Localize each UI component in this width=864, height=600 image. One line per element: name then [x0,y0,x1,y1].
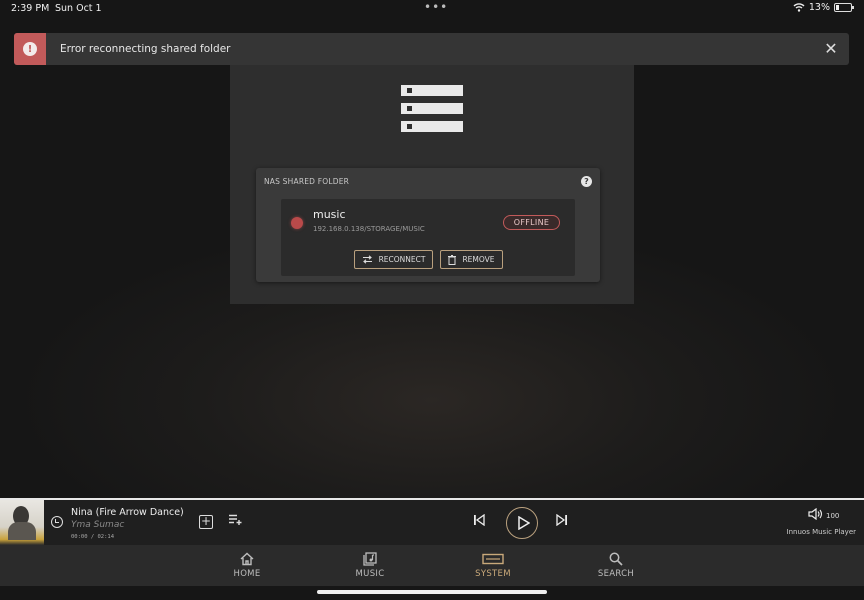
nav-system[interactable]: SYSTEM [458,551,528,579]
add-to-playlist-icon[interactable]: + [199,515,213,529]
album-art[interactable] [0,500,44,545]
remove-label: REMOVE [462,255,495,264]
home-icon [240,552,254,566]
music-library-icon [363,552,377,566]
wifi-icon [793,3,805,12]
search-icon [609,552,623,566]
reconnect-button[interactable]: RECONNECT [354,250,433,269]
exclamation-icon: ! [23,42,37,56]
sync-icon[interactable] [51,516,63,528]
previous-icon[interactable] [473,513,485,530]
bottom-nav: HOME MUSIC SYSTEM SEARCH [0,545,864,586]
shared-folder-item: music 192.168.0.138/STORAGE/MUSIC OFFLIN… [281,199,575,276]
close-icon[interactable]: ✕ [823,41,839,57]
nav-system-label: SYSTEM [475,569,511,579]
player-device-name[interactable]: Innuos Music Player [787,528,856,536]
battery-icon [834,3,854,12]
nav-search-label: SEARCH [597,569,635,579]
track-time: 00:00 / 02:14 [71,534,115,540]
status-time: 2:39 PM [11,3,50,14]
nav-music[interactable]: MUSIC [335,551,405,579]
nav-home-label: HOME [233,569,261,579]
player-bar: Nina (Fire Arrow Dance) Yma Sumac 00:00 … [0,498,864,545]
trash-icon [448,254,457,265]
nav-search[interactable]: SEARCH [581,551,651,579]
nas-shared-folder-card: NAS SHARED FOLDER ? music 192.168.0.138/… [256,168,600,282]
play-icon [518,516,530,530]
nas-server-icon [401,85,463,139]
system-icon [482,553,504,565]
reconnect-label: RECONNECT [378,255,426,264]
nav-music-label: MUSIC [355,569,385,579]
card-title: NAS SHARED FOLDER [264,177,350,186]
volume-level: 100 [826,512,840,520]
battery-percent: 13% [808,2,830,13]
multitasking-dots-icon[interactable]: ••• [424,0,448,14]
swap-arrows-icon [362,255,372,264]
play-button[interactable] [506,507,538,539]
nav-home[interactable]: HOME [212,551,282,579]
error-badge: ! [14,33,46,65]
volume-icon[interactable] [808,507,823,523]
nas-panel: NAS SHARED FOLDER ? music 192.168.0.138/… [230,65,634,304]
status-indicators: 13% [793,2,854,13]
error-message: Error reconnecting shared folder [60,43,231,55]
track-title[interactable]: Nina (Fire Arrow Dance) [71,507,184,518]
status-badge: OFFLINE [503,215,560,230]
home-indicator[interactable] [317,590,547,594]
status-date: Sun Oct 1 [55,3,102,14]
queue-add-icon[interactable] [229,514,243,529]
share-path: 192.168.0.138/STORAGE/MUSIC [313,225,425,233]
status-dot-icon [291,217,303,229]
help-icon[interactable]: ? [581,176,592,187]
remove-button[interactable]: REMOVE [440,250,503,269]
next-icon[interactable] [556,513,568,530]
error-banner: ! Error reconnecting shared folder ✕ [14,33,849,65]
track-artist[interactable]: Yma Sumac [71,520,124,530]
share-name: music [313,208,346,221]
status-bar: 2:39 PM Sun Oct 1 ••• 13% [0,0,864,18]
